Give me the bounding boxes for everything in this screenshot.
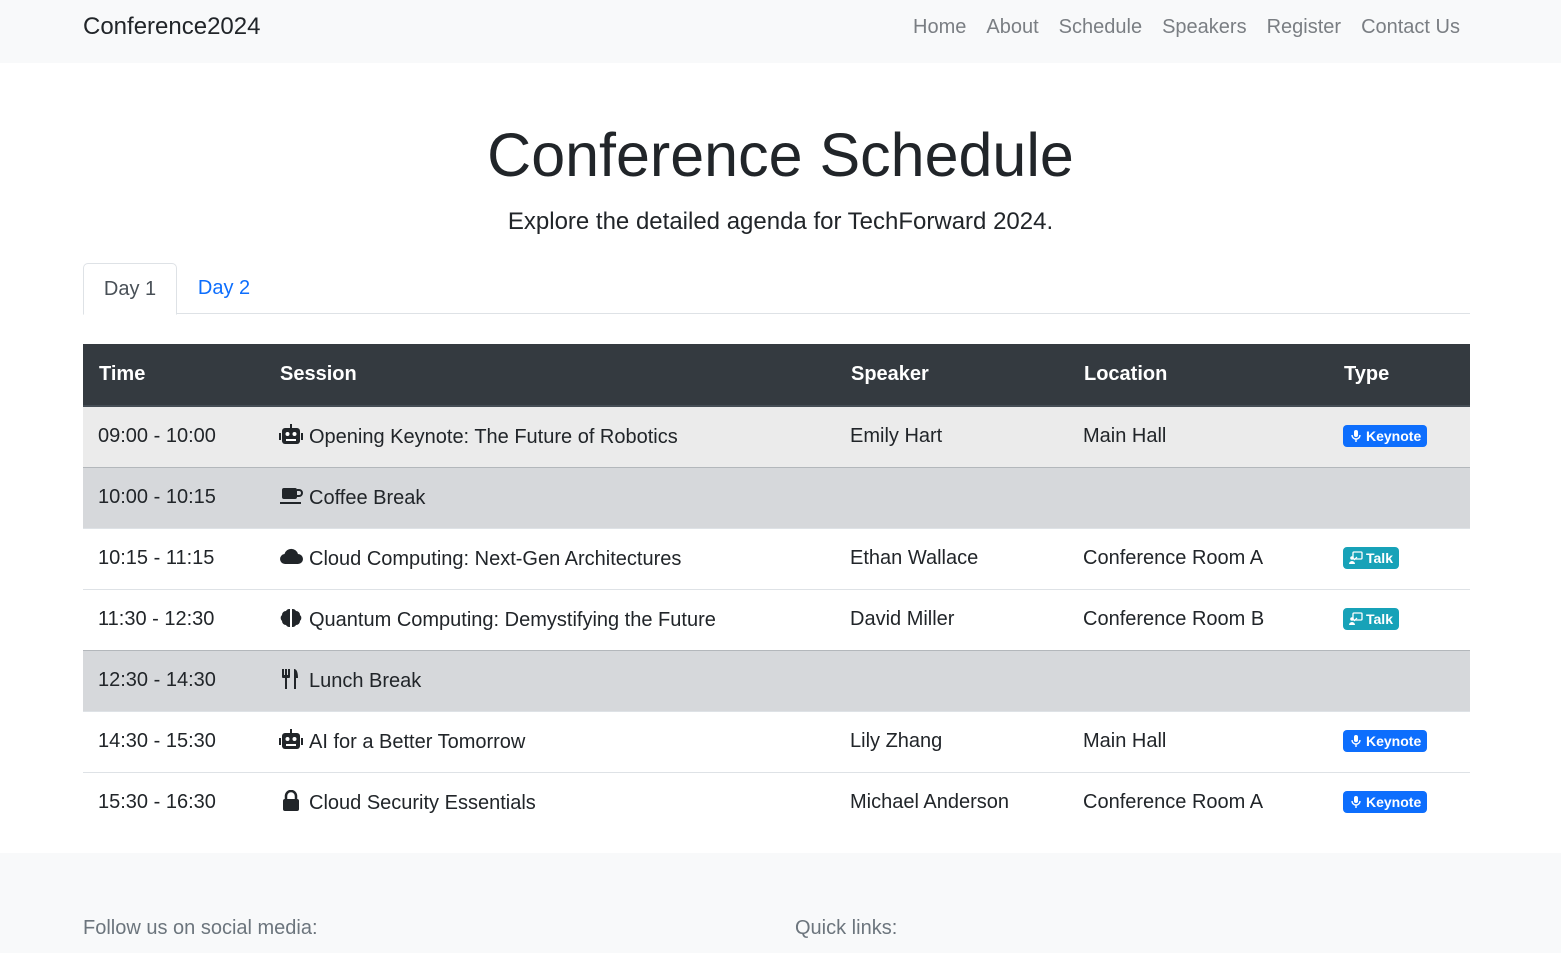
schedule-table: Time Session Speaker Location Type 09:00… bbox=[83, 344, 1470, 833]
cell-type: Keynote bbox=[1328, 771, 1470, 833]
session-title: Coffee Break bbox=[309, 487, 426, 509]
cell-location bbox=[1068, 466, 1328, 528]
brand-logo[interactable]: Conference2024 bbox=[83, 13, 260, 41]
cell-session: Quantum Computing: Demystifying the Futu… bbox=[264, 588, 835, 650]
microphone-icon bbox=[1349, 429, 1363, 443]
table-row: 12:30 - 14:30 Lunch Break bbox=[83, 649, 1470, 711]
cell-session: AI for a Better Tomorrow bbox=[264, 710, 835, 772]
page-title: Conference Schedule bbox=[487, 121, 1074, 189]
header-time: Time bbox=[83, 344, 264, 407]
cell-session: Lunch Break bbox=[264, 649, 835, 711]
session-title: Quantum Computing: Demystifying the Futu… bbox=[309, 609, 716, 631]
brain-icon bbox=[279, 607, 303, 629]
microphone-icon bbox=[1349, 734, 1363, 748]
cell-type: Keynote bbox=[1328, 710, 1470, 772]
cell-time: 15:30 - 16:30 bbox=[83, 771, 264, 833]
type-badge: Keynote bbox=[1343, 790, 1428, 813]
cell-location: Conference Room A bbox=[1068, 771, 1328, 833]
nav-link-register[interactable]: Register bbox=[1267, 16, 1341, 39]
table-row: 14:30 - 15:30 AI for a Better Tomorrow Lil… bbox=[83, 710, 1470, 772]
utensils-icon bbox=[279, 668, 303, 690]
type-badge-label: Keynote bbox=[1366, 793, 1422, 810]
cell-time: 12:30 - 14:30 bbox=[83, 649, 264, 711]
header-speaker: Speaker bbox=[835, 344, 1068, 407]
type-badge: Talk bbox=[1343, 546, 1399, 569]
header-location: Location bbox=[1068, 344, 1328, 407]
cell-location: Main Hall bbox=[1068, 405, 1328, 467]
table-header-row: Time Session Speaker Location Type bbox=[83, 344, 1470, 407]
cell-speaker: Ethan Wallace bbox=[835, 527, 1068, 589]
session-title: Cloud Computing: Next-Gen Architectures bbox=[309, 548, 682, 570]
type-badge-label: Keynote bbox=[1366, 427, 1422, 444]
session-title: AI for a Better Tomorrow bbox=[309, 731, 526, 753]
cell-speaker: Michael Anderson bbox=[835, 771, 1068, 833]
day-tabs: Day 1 Day 2 bbox=[83, 263, 1470, 315]
cell-speaker bbox=[835, 649, 1068, 711]
cell-session: Cloud Security Essentials bbox=[264, 771, 835, 833]
nav-link-contact[interactable]: Contact Us bbox=[1361, 16, 1460, 39]
cell-session: Coffee Break bbox=[264, 466, 835, 528]
cell-session: Cloud Computing: Next-Gen Architectures bbox=[264, 527, 835, 589]
cell-type: Keynote bbox=[1328, 405, 1470, 467]
cell-session: Opening Keynote: The Future of Robotics bbox=[264, 405, 835, 467]
coffee-icon bbox=[279, 485, 303, 507]
cell-type bbox=[1328, 649, 1470, 711]
nav-link-home[interactable]: Home bbox=[913, 16, 966, 39]
type-badge: Keynote bbox=[1343, 424, 1428, 447]
navbar: Conference2024 Home About Schedule Speak… bbox=[0, 0, 1561, 63]
nav-link-speakers[interactable]: Speakers bbox=[1162, 16, 1247, 39]
table-row: 09:00 - 10:00 Opening Keynote: The Future… bbox=[83, 405, 1470, 467]
cell-speaker: Lily Zhang bbox=[835, 710, 1068, 772]
cell-type: Talk bbox=[1328, 588, 1470, 650]
cell-location bbox=[1068, 649, 1328, 711]
type-badge: Keynote bbox=[1343, 729, 1428, 752]
presenter-icon bbox=[1349, 611, 1363, 626]
table-row: 11:30 - 12:30 Quantum Computing: Demystif… bbox=[83, 588, 1470, 650]
table-row: 15:30 - 16:30 Cloud Security Essentials Mi… bbox=[83, 771, 1470, 833]
robot-icon bbox=[279, 729, 303, 751]
type-badge-label: Keynote bbox=[1366, 732, 1422, 749]
cell-type bbox=[1328, 466, 1470, 528]
session-title: Cloud Security Essentials bbox=[309, 792, 536, 815]
cell-location: Conference Room B bbox=[1068, 588, 1328, 650]
type-badge-label: Talk bbox=[1366, 549, 1393, 566]
nav-links: Home About Schedule Speakers Register Co… bbox=[913, 16, 1460, 39]
session-title: Lunch Break bbox=[309, 670, 422, 692]
type-badge: Talk bbox=[1343, 607, 1399, 630]
cell-time: 14:30 - 15:30 bbox=[83, 710, 264, 772]
schedule-body: 09:00 - 10:00 Opening Keynote: The Future… bbox=[83, 405, 1470, 833]
footer-links-label: Quick links: bbox=[795, 917, 898, 939]
lock-icon bbox=[279, 790, 303, 812]
nav-link-about[interactable]: About bbox=[986, 16, 1038, 39]
cell-speaker: David Miller bbox=[835, 588, 1068, 650]
cell-time: 11:30 - 12:30 bbox=[83, 588, 264, 650]
footer: Follow us on social media: Quick links: bbox=[0, 853, 1561, 953]
type-badge-label: Talk bbox=[1366, 610, 1393, 627]
table-row: 10:00 - 10:15 Coffee Break bbox=[83, 466, 1470, 528]
tab-day-1[interactable]: Day 1 bbox=[83, 263, 177, 315]
footer-social-label: Follow us on social media: bbox=[83, 917, 318, 939]
header-type: Type bbox=[1328, 344, 1470, 407]
cell-time: 10:15 - 11:15 bbox=[83, 527, 264, 589]
cell-time: 09:00 - 10:00 bbox=[83, 405, 264, 467]
cell-time: 10:00 - 10:15 bbox=[83, 466, 264, 528]
nav-link-schedule[interactable]: Schedule bbox=[1059, 16, 1142, 39]
microphone-icon bbox=[1349, 795, 1363, 809]
presenter-icon bbox=[1349, 550, 1363, 565]
cell-type: Talk bbox=[1328, 527, 1470, 589]
cell-location: Main Hall bbox=[1068, 710, 1328, 772]
cell-speaker bbox=[835, 466, 1068, 528]
session-title: Opening Keynote: The Future of Robotics bbox=[309, 426, 678, 449]
cell-speaker: Emily Hart bbox=[835, 405, 1068, 467]
tab-day-2[interactable]: Day 2 bbox=[177, 263, 271, 314]
table-row: 10:15 - 11:15 Cloud Computing: Next-Gen A… bbox=[83, 527, 1470, 589]
robot-icon bbox=[279, 424, 303, 446]
page-subtitle: Explore the detailed agenda for TechForw… bbox=[507, 208, 1054, 235]
cloud-icon bbox=[279, 546, 303, 568]
header-session: Session bbox=[264, 344, 835, 407]
cell-location: Conference Room A bbox=[1068, 527, 1328, 589]
